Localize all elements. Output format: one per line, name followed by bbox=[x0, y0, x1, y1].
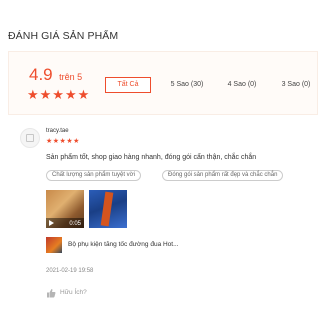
purchased-product-link[interactable]: Bộ phụ kiện tăng tốc đường đua Hot... bbox=[46, 237, 246, 255]
average-stars: ★★★★★ bbox=[27, 87, 91, 102]
rating-overview: 4.9 trên 5 ★★★★★ Tất Cả 5 Sao (30) 4 Sao… bbox=[8, 51, 318, 115]
reviewer-username[interactable]: tracy.tae bbox=[46, 128, 69, 134]
average-score: 4.9 trên 5 bbox=[29, 65, 82, 85]
review-tag-packaging: Đóng gói sản phẩm rất đẹp và chắc chắn bbox=[162, 170, 284, 181]
filter-5-star-button[interactable]: 5 Sao (30) bbox=[162, 77, 212, 93]
score-value: 4.9 bbox=[29, 65, 53, 84]
page-title: ĐÁNH GIÁ SẢN PHẨM bbox=[8, 30, 119, 42]
review-comment: Sản phẩm tốt, shop giao hàng nhanh, đóng… bbox=[46, 154, 257, 161]
filter-4-star-button[interactable]: 4 Sao (0) bbox=[219, 77, 265, 93]
filter-all-button[interactable]: Tất Cả bbox=[105, 77, 151, 93]
avatar[interactable] bbox=[20, 128, 40, 148]
review-video-thumbnail[interactable]: 0:05 bbox=[46, 190, 84, 228]
review-timestamp: 2021-02-19 19:58 bbox=[46, 268, 94, 274]
avatar-placeholder-icon bbox=[26, 134, 34, 142]
review-item: tracy.tae ★★★★★ Sản phẩm tốt, shop giao … bbox=[20, 128, 316, 320]
product-name: Bộ phụ kiện tăng tốc đường đua Hot... bbox=[68, 241, 179, 248]
product-thumbnail bbox=[46, 237, 62, 253]
review-photo-thumbnail[interactable] bbox=[89, 190, 127, 228]
helpful-label: Hữu Ích? bbox=[60, 289, 87, 296]
review-tag-quality: Chất lượng sản phẩm tuyệt vời bbox=[46, 170, 141, 181]
play-icon bbox=[49, 220, 54, 226]
thumbs-up-icon bbox=[47, 289, 56, 298]
review-stars: ★★★★★ bbox=[46, 138, 80, 145]
video-duration: 0:05 bbox=[69, 221, 81, 227]
score-suffix: trên 5 bbox=[59, 72, 83, 82]
filter-3-star-button[interactable]: 3 Sao (0) bbox=[273, 77, 319, 93]
